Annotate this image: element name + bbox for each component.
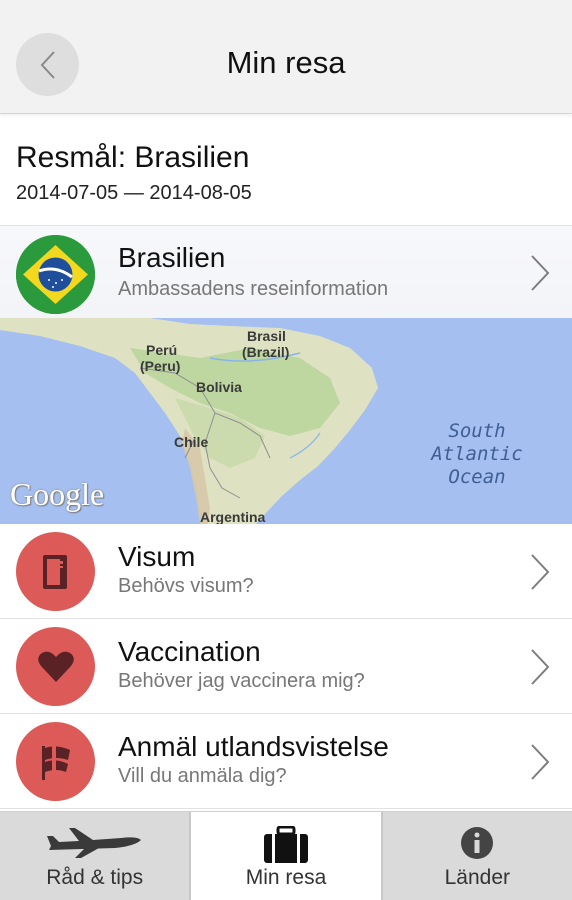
brazil-flag-icon bbox=[16, 235, 95, 314]
airplane-icon bbox=[46, 828, 141, 858]
list-item-title: Visum bbox=[118, 541, 196, 572]
country-row-brasilien[interactable]: Brasilien Ambassadens reseinformation bbox=[0, 225, 572, 318]
map-label-argentina: Argentina bbox=[200, 509, 266, 524]
list-item-anmal-utlandsvistelse[interactable]: Anmäl utlandsvistelse Vill du anmäla dig… bbox=[0, 714, 572, 809]
map-label-ocean: South Atlantic Ocean bbox=[422, 420, 532, 489]
chevron-right-icon bbox=[531, 554, 550, 590]
list-item-title: Anmäl utlandsvistelse bbox=[118, 731, 389, 762]
map-label-peru-alt: (Peru) bbox=[140, 358, 181, 374]
nav-label: Råd & tips bbox=[46, 866, 144, 889]
nav-label: Länder bbox=[444, 866, 511, 889]
trip-dates: 2014-07-05 — 2014-08-05 bbox=[16, 182, 252, 204]
nav-label: Min resa bbox=[245, 866, 327, 889]
chevron-right-icon bbox=[531, 649, 550, 685]
ocean-line-3: Ocean bbox=[448, 466, 506, 488]
page-title: Min resa bbox=[226, 45, 346, 80]
list-item-subtitle: Behöver jag vaccinera mig? bbox=[118, 670, 365, 692]
app-header: Min resa bbox=[0, 0, 572, 114]
list-item-subtitle: Behövs visum? bbox=[118, 575, 254, 597]
list-item-subtitle: Vill du anmäla dig? bbox=[118, 765, 287, 787]
map-label-brasil: Brasil bbox=[247, 328, 286, 344]
map-label-bolivia: Bolivia bbox=[196, 379, 242, 395]
flag-icon bbox=[16, 722, 95, 801]
chevron-right-icon bbox=[531, 744, 550, 780]
nav-tab-min-resa[interactable]: Min resa bbox=[191, 812, 381, 900]
nav-tab-rad-tips[interactable]: Råd & tips bbox=[0, 812, 189, 900]
country-map[interactable]: Brasil (Brazil) Perú (Peru) Bolivia Chil… bbox=[0, 318, 572, 524]
suitcase-icon bbox=[263, 826, 308, 863]
list-item-visum[interactable]: Visum Behövs visum? bbox=[0, 524, 572, 619]
trip-summary: Resmål: Brasilien 2014-07-05 — 2014-08-0… bbox=[16, 138, 556, 205]
google-logo: Google bbox=[10, 476, 105, 512]
map-label-peru: Perú bbox=[146, 342, 178, 358]
map-label-brazil: (Brazil) bbox=[242, 344, 290, 360]
nav-tab-lander[interactable]: Länder bbox=[383, 812, 572, 900]
map-label-chile: Chile bbox=[174, 434, 209, 450]
heart-icon bbox=[16, 627, 95, 706]
list-item-title: Vaccination bbox=[118, 636, 261, 667]
passport-icon bbox=[16, 532, 95, 611]
chevron-right-icon bbox=[531, 255, 550, 291]
ocean-line-1: South bbox=[448, 420, 506, 442]
trip-destination-title: Resmål: Brasilien bbox=[16, 141, 250, 174]
country-name: Brasilien bbox=[118, 242, 226, 273]
ocean-line-2: Atlantic bbox=[431, 443, 523, 465]
country-subtitle: Ambassadens reseinformation bbox=[118, 278, 389, 300]
bottom-navigation: Råd & tips Min resa Länder bbox=[0, 811, 572, 900]
list-item-vaccination[interactable]: Vaccination Behöver jag vaccinera mig? bbox=[0, 619, 572, 714]
info-icon bbox=[461, 827, 494, 859]
